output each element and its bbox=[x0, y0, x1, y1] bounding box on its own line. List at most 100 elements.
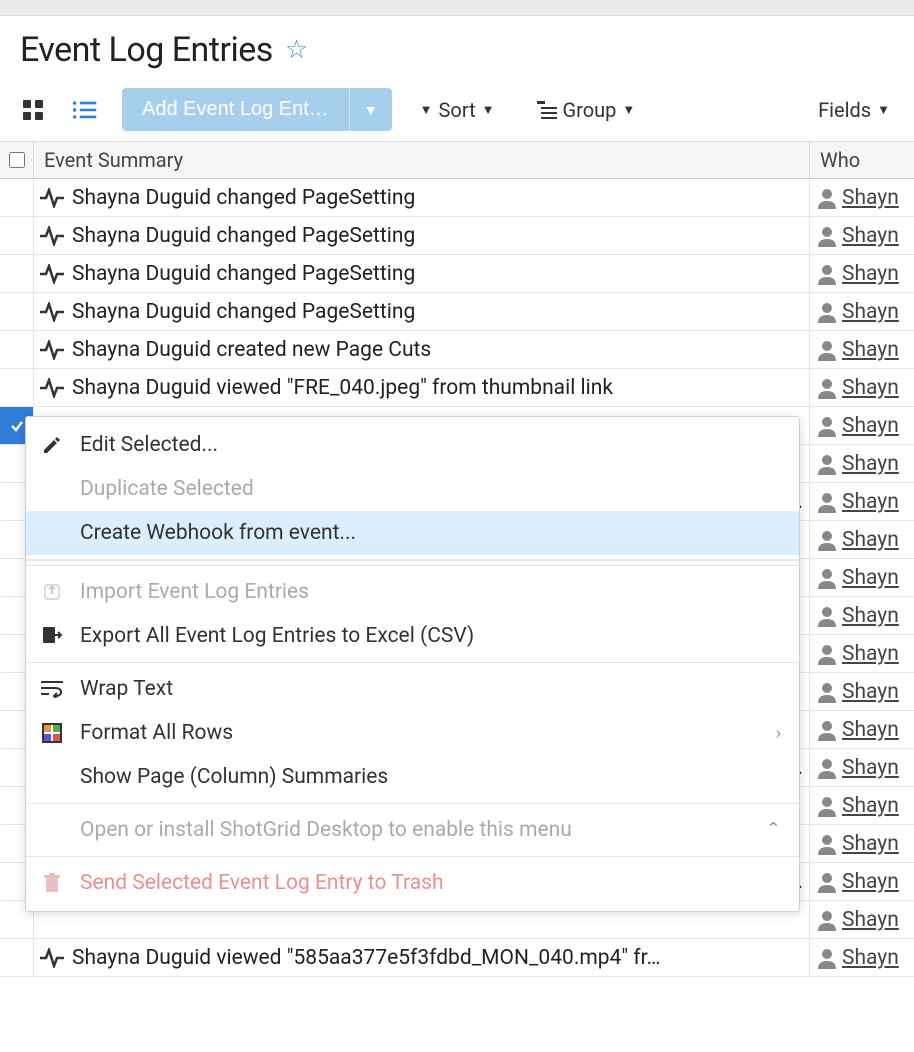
who-cell: Shayn bbox=[810, 407, 914, 444]
menu-label: Export All Event Log Entries to Excel (C… bbox=[80, 624, 474, 648]
person-icon bbox=[816, 947, 838, 969]
menu-label: Send Selected Event Log Entry to Trash bbox=[80, 871, 444, 895]
who-link[interactable]: Shayn bbox=[842, 186, 899, 210]
table-row[interactable]: Shayna Duguid viewed "585aa377e5f3fdbd_M… bbox=[0, 939, 914, 977]
person-icon bbox=[816, 529, 838, 551]
who-link[interactable]: Shayn bbox=[842, 452, 899, 476]
favorite-star-icon[interactable]: ☆ bbox=[285, 35, 308, 65]
menu-label: Edit Selected... bbox=[80, 433, 218, 457]
table-wrapper: Event Summary Who Shayna Duguid changed … bbox=[0, 142, 914, 977]
who-cell: Shayn bbox=[810, 635, 914, 672]
person-icon bbox=[816, 415, 838, 437]
select-all-checkbox[interactable] bbox=[9, 152, 25, 168]
person-icon bbox=[816, 871, 838, 893]
table-row[interactable]: Shayna Duguid changed PageSettingShayn bbox=[0, 255, 914, 293]
fields-button[interactable]: Fields ▼ bbox=[814, 94, 894, 126]
person-icon bbox=[816, 339, 838, 361]
chevron-down-icon: ▼ bbox=[622, 102, 635, 118]
person-icon bbox=[816, 757, 838, 779]
who-cell: Shayn bbox=[810, 559, 914, 596]
checkmark-icon bbox=[8, 417, 26, 435]
format-rows-icon bbox=[40, 721, 64, 745]
who-link[interactable]: Shayn bbox=[842, 300, 899, 324]
column-header-summary[interactable]: Event Summary bbox=[34, 142, 810, 178]
who-link[interactable]: Shayn bbox=[842, 832, 899, 856]
add-event-button[interactable]: Add Event Log Ent… bbox=[122, 88, 349, 131]
wrap-text-icon bbox=[40, 677, 64, 701]
table-row[interactable]: Shayna Duguid changed PageSetting Shayn bbox=[0, 179, 914, 217]
table-row[interactable]: Shayna Duguid viewed "FRE_040.jpeg" from… bbox=[0, 369, 914, 407]
person-icon bbox=[816, 833, 838, 855]
chevron-right-icon: › bbox=[776, 723, 781, 744]
who-link[interactable]: Shayn bbox=[842, 338, 899, 362]
who-link[interactable]: Shayn bbox=[842, 604, 899, 628]
row-checkbox-cell[interactable] bbox=[0, 293, 34, 330]
who-cell: Shayn bbox=[810, 369, 914, 406]
group-icon bbox=[537, 101, 557, 119]
menu-show-summaries[interactable]: Show Page (Column) Summaries bbox=[26, 755, 799, 799]
who-cell: Shayn bbox=[810, 787, 914, 824]
row-checkbox-cell[interactable] bbox=[0, 939, 34, 976]
menu-export[interactable]: Export All Event Log Entries to Excel (C… bbox=[26, 614, 799, 658]
menu-label: Show Page (Column) Summaries bbox=[80, 765, 388, 789]
event-summary-cell: Shayna Duguid changed PageSetting bbox=[34, 179, 810, 216]
list-view-icon[interactable] bbox=[72, 97, 98, 123]
column-header-who[interactable]: Who bbox=[810, 142, 914, 178]
who-cell: Shayn bbox=[810, 445, 914, 482]
event-summary-text: Shayna Duguid created new Page Cuts bbox=[72, 338, 431, 362]
group-button[interactable]: Group ▼ bbox=[533, 94, 640, 126]
who-link[interactable]: Shayn bbox=[842, 680, 899, 704]
menu-create-webhook[interactable]: Create Webhook from event... bbox=[26, 511, 799, 555]
person-icon bbox=[816, 643, 838, 665]
menu-send-to-trash[interactable]: Send Selected Event Log Entry to Trash bbox=[26, 861, 799, 905]
person-icon bbox=[816, 187, 838, 209]
context-menu: Edit Selected... Duplicate Selected Crea… bbox=[25, 416, 800, 912]
row-checkbox-cell[interactable] bbox=[0, 179, 34, 216]
activity-icon bbox=[40, 948, 64, 968]
select-all-cell[interactable] bbox=[0, 142, 34, 178]
who-cell: Shayn bbox=[810, 597, 914, 634]
add-button-group: Add Event Log Ent… ▼ bbox=[122, 88, 392, 131]
who-cell: Shayn bbox=[810, 863, 914, 900]
who-cell: Shayn bbox=[810, 749, 914, 786]
menu-shotgrid-desktop: Open or install ShotGrid Desktop to enab… bbox=[26, 808, 799, 852]
row-checkbox-cell[interactable] bbox=[0, 369, 34, 406]
event-summary-text: Shayna Duguid changed PageSetting bbox=[72, 300, 415, 324]
event-summary-text: Shayna Duguid viewed "585aa377e5f3fdbd_M… bbox=[72, 946, 661, 970]
person-icon bbox=[816, 909, 838, 931]
grid-view-icon[interactable] bbox=[20, 97, 46, 123]
row-checkbox-cell[interactable] bbox=[0, 331, 34, 368]
who-link[interactable]: Shayn bbox=[842, 642, 899, 666]
who-link[interactable]: Shayn bbox=[842, 908, 899, 932]
person-icon bbox=[816, 681, 838, 703]
who-cell: Shayn bbox=[810, 255, 914, 292]
person-icon bbox=[816, 377, 838, 399]
who-link[interactable]: Shayn bbox=[842, 528, 899, 552]
trash-icon bbox=[40, 871, 64, 895]
menu-edit-selected[interactable]: Edit Selected... bbox=[26, 423, 799, 467]
row-checkbox-cell[interactable] bbox=[0, 217, 34, 254]
table-row[interactable]: Shayna Duguid changed PageSettingShayn bbox=[0, 217, 914, 255]
sort-button[interactable]: ▼ Sort ▼ bbox=[416, 94, 499, 126]
who-link[interactable]: Shayn bbox=[842, 414, 899, 438]
who-link[interactable]: Shayn bbox=[842, 946, 899, 970]
who-link[interactable]: Shayn bbox=[842, 490, 899, 514]
who-link[interactable]: Shayn bbox=[842, 794, 899, 818]
row-checkbox-cell[interactable] bbox=[0, 255, 34, 292]
blank-icon bbox=[40, 521, 64, 545]
who-link[interactable]: Shayn bbox=[842, 262, 899, 286]
who-link[interactable]: Shayn bbox=[842, 756, 899, 780]
who-link[interactable]: Shayn bbox=[842, 718, 899, 742]
add-event-dropdown[interactable]: ▼ bbox=[349, 88, 392, 131]
who-link[interactable]: Shayn bbox=[842, 224, 899, 248]
blank-icon bbox=[40, 818, 64, 842]
table-row[interactable]: Shayna Duguid created new Page Cuts Shayn bbox=[0, 331, 914, 369]
who-link[interactable]: Shayn bbox=[842, 870, 899, 894]
who-link[interactable]: Shayn bbox=[842, 566, 899, 590]
menu-import: Import Event Log Entries bbox=[26, 570, 799, 614]
who-cell: Shayn bbox=[810, 939, 914, 976]
who-link[interactable]: Shayn bbox=[842, 376, 899, 400]
menu-wrap-text[interactable]: Wrap Text bbox=[26, 667, 799, 711]
menu-format-rows[interactable]: Format All Rows › bbox=[26, 711, 799, 755]
table-row[interactable]: Shayna Duguid changed PageSetting Shayn bbox=[0, 293, 914, 331]
